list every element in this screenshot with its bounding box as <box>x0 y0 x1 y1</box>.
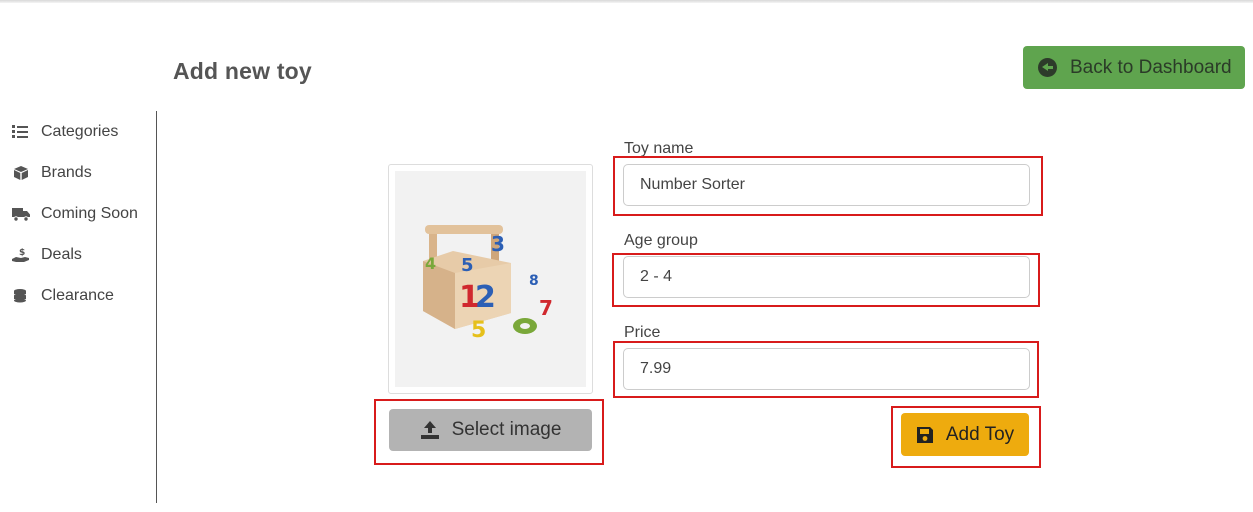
add-toy-label: Add Toy <box>945 423 1015 445</box>
save-icon <box>916 426 933 443</box>
top-shadow-bar <box>0 0 1253 3</box>
sidebar-item-label: Coming Soon <box>41 205 138 222</box>
sidebar-item-coming-soon[interactable]: Coming Soon <box>12 205 138 223</box>
sidebar-item-categories[interactable]: Categories <box>12 123 118 141</box>
sidebar-item-brands[interactable]: Brands <box>12 164 92 182</box>
svg-text:7: 7 <box>539 296 553 320</box>
toy-name-input[interactable] <box>623 164 1030 206</box>
sidebar-item-deals[interactable]: $ Deals <box>12 246 82 264</box>
price-input[interactable] <box>623 348 1030 390</box>
list-icon <box>12 124 30 140</box>
age-group-input[interactable] <box>623 256 1030 298</box>
truck-icon <box>12 206 30 222</box>
svg-text:3: 3 <box>491 232 505 256</box>
back-to-dashboard-button[interactable]: Back to Dashboard <box>1023 46 1245 89</box>
toy-image-preview: 1 2 5 3 4 8 7 5 <box>388 164 593 394</box>
price-label: Price <box>624 324 661 341</box>
select-image-button[interactable]: Select image <box>389 409 592 451</box>
svg-text:5: 5 <box>461 255 474 276</box>
age-group-label: Age group <box>624 232 698 249</box>
page-title: Add new toy <box>173 58 312 84</box>
upload-icon <box>420 421 439 439</box>
sidebar-item-label: Brands <box>41 164 92 181</box>
svg-text:5: 5 <box>471 318 486 343</box>
add-toy-button[interactable]: Add Toy <box>901 413 1029 456</box>
back-button-label: Back to Dashboard <box>1070 56 1232 78</box>
sidebar-item-label: Categories <box>41 123 119 140</box>
select-image-label: Select image <box>451 419 562 440</box>
toy-image: 1 2 5 3 4 8 7 5 <box>395 171 586 387</box>
box-icon <box>12 165 30 181</box>
coins-icon <box>12 288 30 304</box>
sidebar-item-clearance[interactable]: Clearance <box>12 287 114 305</box>
sidebar: Categories Brands Coming Soon $ Deals Cl… <box>0 111 157 503</box>
arrow-left-circle-icon <box>1038 58 1057 77</box>
hand-dollar-icon: $ <box>12 247 30 263</box>
svg-text:4: 4 <box>425 254 436 273</box>
svg-text:2: 2 <box>475 280 496 315</box>
sidebar-item-label: Deals <box>41 246 82 263</box>
svg-text:8: 8 <box>529 273 539 289</box>
svg-text:$: $ <box>19 248 25 258</box>
sidebar-item-label: Clearance <box>41 287 114 304</box>
